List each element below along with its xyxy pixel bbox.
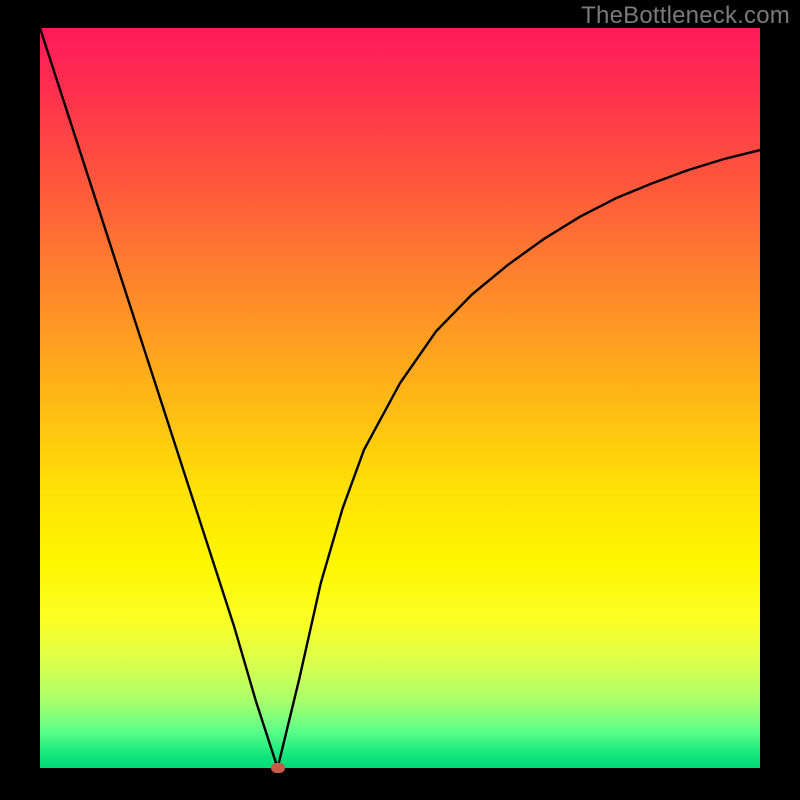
chart-container: TheBottleneck.com xyxy=(0,0,800,800)
optimum-marker xyxy=(271,763,285,773)
watermark-text: TheBottleneck.com xyxy=(581,2,790,30)
bottleneck-curve-path xyxy=(40,28,760,768)
bottleneck-curve-svg xyxy=(40,28,760,768)
